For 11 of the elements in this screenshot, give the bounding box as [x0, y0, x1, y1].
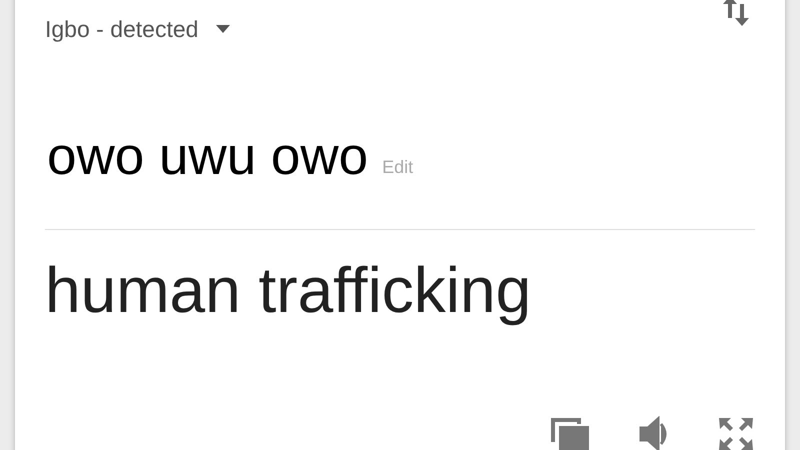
- source-language-dropdown[interactable]: Igbo - detected: [45, 12, 230, 46]
- swap-languages-button[interactable]: [721, 0, 751, 28]
- expand-icon: [717, 416, 755, 450]
- swap-arrows-icon: [721, 0, 751, 28]
- copy-button[interactable]: [549, 416, 591, 450]
- fullscreen-button[interactable]: [717, 416, 755, 450]
- source-text: owo uwu owo: [47, 130, 368, 183]
- speaker-icon: [639, 416, 669, 450]
- copy-icon: [549, 416, 591, 450]
- speaker-button[interactable]: [639, 416, 669, 450]
- caret-icon: [216, 25, 230, 34]
